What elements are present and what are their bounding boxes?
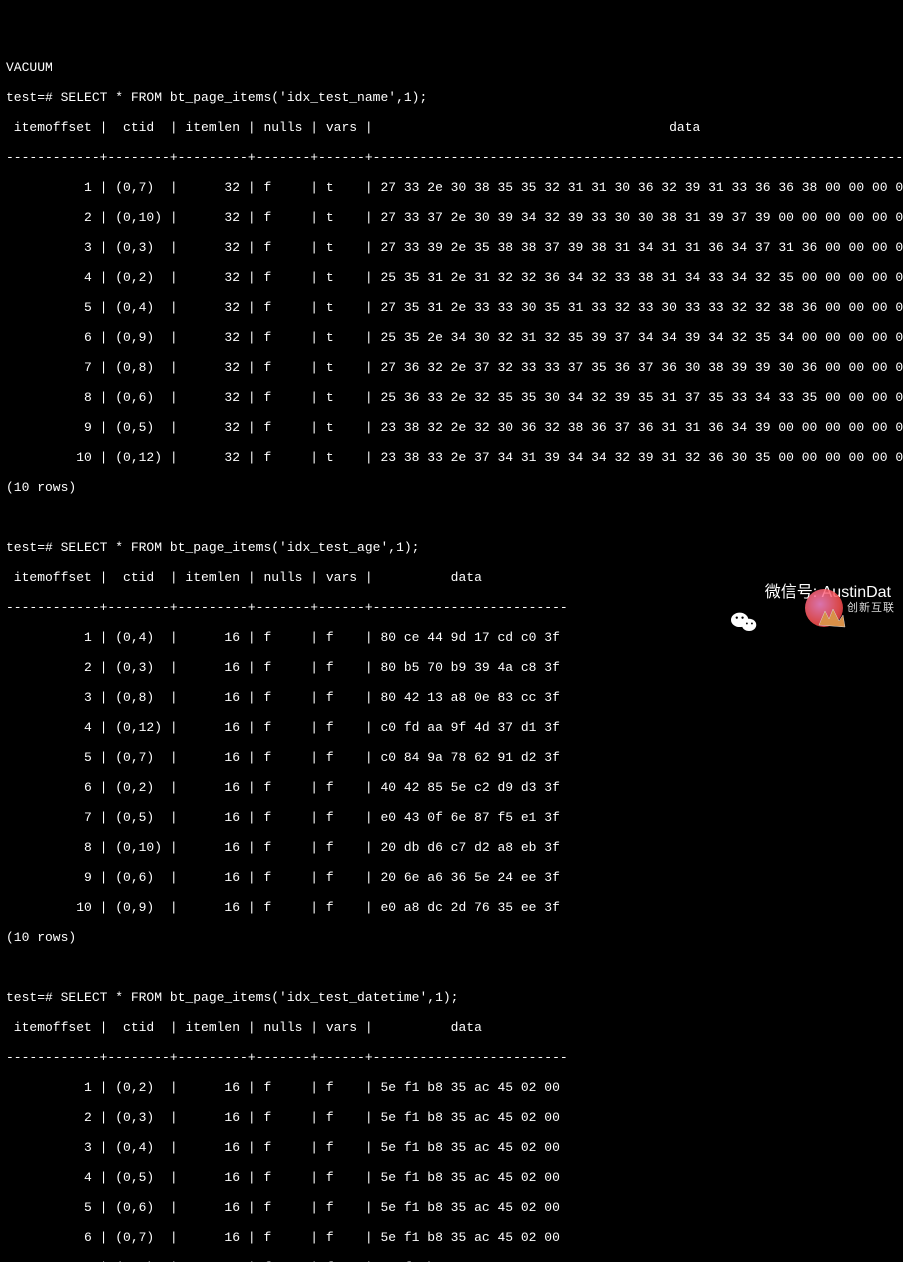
table-row: 8 | (0,6) | 32 | f | t | 25 36 33 2e 32 … (6, 390, 897, 405)
brand-text: 创新互联 (847, 601, 895, 616)
brand-badge: 创新互联 (805, 589, 895, 627)
blank-line (6, 960, 897, 975)
table-row: 6 | (0,9) | 32 | f | t | 25 35 2e 34 30 … (6, 330, 897, 345)
table-row: 10 | (0,9) | 16 | f | f | e0 a8 dc 2d 76… (6, 900, 897, 915)
table-row: 9 | (0,6) | 16 | f | f | 20 6e a6 36 5e … (6, 870, 897, 885)
table-row: 2 | (0,3) | 16 | f | f | 5e f1 b8 35 ac … (6, 1110, 897, 1125)
table-row: 3 | (0,4) | 16 | f | f | 5e f1 b8 35 ac … (6, 1140, 897, 1155)
table-row: 4 | (0,2) | 32 | f | t | 25 35 31 2e 31 … (6, 270, 897, 285)
table-row: 7 | (0,8) | 16 | f | f | 5e f1 b8 35 ac … (6, 1260, 897, 1262)
brand-logo-icon (805, 589, 843, 627)
table-row: 8 | (0,10) | 16 | f | f | 20 db d6 c7 d2… (6, 840, 897, 855)
table-row: 5 | (0,4) | 32 | f | t | 27 35 31 2e 33 … (6, 300, 897, 315)
query1-footer: (10 rows) (6, 480, 897, 495)
table-row: 5 | (0,6) | 16 | f | f | 5e f1 b8 35 ac … (6, 1200, 897, 1215)
wechat-icon (731, 581, 757, 603)
query2-footer: (10 rows) (6, 930, 897, 945)
table-row: 7 | (0,8) | 32 | f | t | 27 36 32 2e 37 … (6, 360, 897, 375)
table-row: 9 | (0,5) | 32 | f | t | 23 38 32 2e 32 … (6, 420, 897, 435)
table-row: 3 | (0,3) | 32 | f | t | 27 33 39 2e 35 … (6, 240, 897, 255)
query1-sep: ------------+--------+---------+-------+… (6, 150, 897, 165)
vacuum-line: VACUUM (6, 60, 897, 75)
table-row: 10 | (0,12) | 32 | f | t | 23 38 33 2e 3… (6, 450, 897, 465)
table-row: 4 | (0,5) | 16 | f | f | 5e f1 b8 35 ac … (6, 1170, 897, 1185)
query2-prompt: test=# SELECT * FROM bt_page_items('idx_… (6, 540, 897, 555)
table-row: 2 | (0,3) | 16 | f | f | 80 b5 70 b9 39 … (6, 660, 897, 675)
table-row: 5 | (0,7) | 16 | f | f | c0 84 9a 78 62 … (6, 750, 897, 765)
table-row: 7 | (0,5) | 16 | f | f | e0 43 0f 6e 87 … (6, 810, 897, 825)
query3-prompt: test=# SELECT * FROM bt_page_items('idx_… (6, 990, 897, 1005)
table-row: 6 | (0,2) | 16 | f | f | 40 42 85 5e c2 … (6, 780, 897, 795)
query1-cols: itemoffset | ctid | itemlen | nulls | va… (6, 120, 897, 135)
table-row: 1 | (0,4) | 16 | f | f | 80 ce 44 9d 17 … (6, 630, 897, 645)
query3-cols: itemoffset | ctid | itemlen | nulls | va… (6, 1020, 897, 1035)
table-row: 6 | (0,7) | 16 | f | f | 5e f1 b8 35 ac … (6, 1230, 897, 1245)
blank-line (6, 510, 897, 525)
table-row: 1 | (0,2) | 16 | f | f | 5e f1 b8 35 ac … (6, 1080, 897, 1095)
table-row: 4 | (0,12) | 16 | f | f | c0 fd aa 9f 4d… (6, 720, 897, 735)
table-row: 1 | (0,7) | 32 | f | t | 27 33 2e 30 38 … (6, 180, 897, 195)
table-row: 3 | (0,8) | 16 | f | f | 80 42 13 a8 0e … (6, 690, 897, 705)
query3-sep: ------------+--------+---------+-------+… (6, 1050, 897, 1065)
query1-prompt: test=# SELECT * FROM bt_page_items('idx_… (6, 90, 897, 105)
table-row: 2 | (0,10) | 32 | f | t | 27 33 37 2e 30… (6, 210, 897, 225)
